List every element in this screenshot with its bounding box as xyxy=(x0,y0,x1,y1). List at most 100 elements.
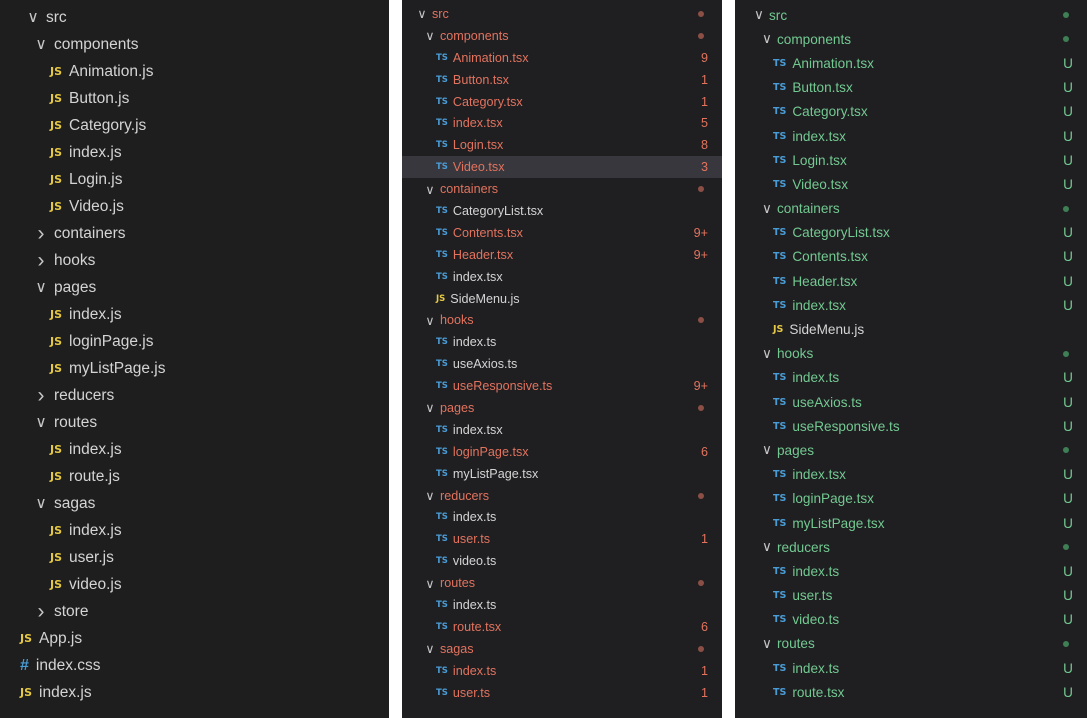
file-row[interactable]: JS App.js xyxy=(0,625,389,652)
folder-row[interactable]: ∨ hooks xyxy=(735,342,1087,366)
file-row[interactable]: TS index.tsx U xyxy=(735,124,1087,148)
file-row[interactable]: TS route.tsx 6 xyxy=(402,616,722,638)
file-row[interactable]: TS Video.tsx 3 xyxy=(402,156,722,179)
file-row[interactable]: JS Category.js xyxy=(0,112,389,139)
folder-row[interactable]: ∨ src xyxy=(0,4,389,31)
file-row[interactable]: JS myListPage.js xyxy=(0,355,389,382)
file-row[interactable]: JS route.js xyxy=(0,463,389,490)
file-row[interactable]: TS Animation.tsx U xyxy=(735,51,1087,75)
chevron-down-icon[interactable]: ∨ xyxy=(424,488,436,503)
file-row[interactable]: JS SideMenu.js xyxy=(735,317,1087,341)
folder-row[interactable]: ∨ containers xyxy=(735,197,1087,221)
file-row[interactable]: TS Contents.tsx 9+ xyxy=(402,222,722,244)
folder-row[interactable]: ∨ pages xyxy=(735,438,1087,462)
folder-row[interactable]: ∨ reducers xyxy=(735,535,1087,559)
file-row[interactable]: TS CategoryList.tsx xyxy=(402,200,722,222)
chevron-right-icon[interactable]: › xyxy=(34,600,48,624)
file-row[interactable]: JS Button.js xyxy=(0,85,389,112)
folder-row[interactable]: ∨ components xyxy=(735,27,1087,51)
file-row[interactable]: TS Login.tsx U xyxy=(735,148,1087,172)
folder-row[interactable]: ∨ routes xyxy=(0,409,389,436)
folder-row[interactable]: ∨ sagas xyxy=(0,490,389,517)
chevron-right-icon[interactable]: › xyxy=(34,249,48,273)
file-row[interactable]: JS Video.js xyxy=(0,193,389,220)
file-row[interactable]: TS index.ts U xyxy=(735,559,1087,583)
chevron-down-icon[interactable]: ∨ xyxy=(416,6,428,21)
file-row[interactable]: TS Animation.tsx 9 xyxy=(402,47,722,69)
file-row[interactable]: TS index.ts U xyxy=(735,656,1087,680)
chevron-down-icon[interactable]: ∨ xyxy=(424,641,436,656)
folder-row[interactable]: ∨ hooks xyxy=(402,309,722,331)
chevron-down-icon[interactable]: ∨ xyxy=(761,539,773,555)
file-row[interactable]: TS index.tsx U xyxy=(735,293,1087,317)
chevron-down-icon[interactable]: ∨ xyxy=(761,201,773,217)
file-row[interactable]: JS index.js xyxy=(0,679,389,706)
chevron-down-icon[interactable]: ∨ xyxy=(424,182,436,197)
file-row[interactable]: TS Video.tsx U xyxy=(735,172,1087,196)
chevron-down-icon[interactable]: ∨ xyxy=(34,494,48,513)
chevron-down-icon[interactable]: ∨ xyxy=(34,413,48,432)
file-row[interactable]: JS index.js xyxy=(0,436,389,463)
chevron-down-icon[interactable]: ∨ xyxy=(761,636,773,652)
chevron-down-icon[interactable]: ∨ xyxy=(761,442,773,458)
file-row[interactable]: TS useResponsive.ts 9+ xyxy=(402,375,722,397)
folder-row[interactable]: ∨ reducers xyxy=(402,485,722,507)
file-row[interactable]: TS index.ts xyxy=(402,506,722,528)
file-row[interactable]: TS myListPage.tsx U xyxy=(735,511,1087,535)
folder-row[interactable]: › containers xyxy=(0,220,389,247)
file-row[interactable]: TS video.ts U xyxy=(735,608,1087,632)
file-row[interactable]: TS index.tsx U xyxy=(735,463,1087,487)
folder-row[interactable]: ∨ containers xyxy=(402,178,722,200)
file-row[interactable]: TS useResponsive.ts U xyxy=(735,414,1087,438)
folder-row[interactable]: › reducers xyxy=(0,382,389,409)
chevron-down-icon[interactable]: ∨ xyxy=(34,278,48,297)
chevron-down-icon[interactable]: ∨ xyxy=(761,31,773,47)
folder-row[interactable]: ∨ pages xyxy=(402,397,722,419)
chevron-down-icon[interactable]: ∨ xyxy=(761,346,773,362)
file-row[interactable]: TS Category.tsx U xyxy=(735,100,1087,124)
file-row[interactable]: TS user.ts U xyxy=(735,584,1087,608)
chevron-down-icon[interactable]: ∨ xyxy=(424,576,436,591)
file-row[interactable]: TS loginPage.tsx U xyxy=(735,487,1087,511)
file-row[interactable]: TS index.ts xyxy=(402,331,722,353)
file-row[interactable]: TS loginPage.tsx 6 xyxy=(402,441,722,463)
folder-row[interactable]: ∨ src xyxy=(735,3,1087,27)
chevron-right-icon[interactable]: › xyxy=(34,384,48,408)
file-row[interactable]: TS Login.tsx 8 xyxy=(402,134,722,156)
file-row[interactable]: TS Header.tsx 9+ xyxy=(402,244,722,266)
chevron-down-icon[interactable]: ∨ xyxy=(424,28,436,43)
file-row[interactable]: TS Contents.tsx U xyxy=(735,245,1087,269)
file-row[interactable]: TS route.tsx U xyxy=(735,680,1087,704)
file-row[interactable]: JS index.js xyxy=(0,139,389,166)
file-row[interactable]: TS Category.tsx 1 xyxy=(402,91,722,113)
file-row[interactable]: TS index.tsx xyxy=(402,419,722,441)
file-row[interactable]: # index.css xyxy=(0,652,389,679)
file-row[interactable]: TS user.ts 1 xyxy=(402,682,722,704)
file-row[interactable]: JS Login.js xyxy=(0,166,389,193)
chevron-right-icon[interactable]: › xyxy=(34,222,48,246)
folder-row[interactable]: › hooks xyxy=(0,247,389,274)
file-row[interactable]: TS useAxios.ts U xyxy=(735,390,1087,414)
file-row[interactable]: TS index.ts U xyxy=(735,366,1087,390)
chevron-down-icon[interactable]: ∨ xyxy=(424,313,436,328)
file-row[interactable]: TS Header.tsx U xyxy=(735,269,1087,293)
file-row[interactable]: JS index.js xyxy=(0,301,389,328)
folder-row[interactable]: ∨ src xyxy=(402,3,722,25)
file-row[interactable]: TS index.ts xyxy=(402,594,722,616)
file-row[interactable]: TS useAxios.ts xyxy=(402,353,722,375)
file-row[interactable]: TS CategoryList.tsx U xyxy=(735,221,1087,245)
folder-row[interactable]: ∨ sagas xyxy=(402,638,722,660)
file-row[interactable]: JS user.js xyxy=(0,544,389,571)
file-row[interactable]: JS Animation.js xyxy=(0,58,389,85)
chevron-down-icon[interactable]: ∨ xyxy=(753,7,765,23)
file-row[interactable]: JS SideMenu.js xyxy=(402,288,722,310)
file-row[interactable]: TS index.tsx xyxy=(402,266,722,288)
file-row[interactable]: TS myListPage.tsx xyxy=(402,463,722,485)
file-row[interactable]: TS Button.tsx 1 xyxy=(402,69,722,91)
file-row[interactable]: TS index.ts 1 xyxy=(402,660,722,682)
chevron-down-icon[interactable]: ∨ xyxy=(34,35,48,54)
folder-row[interactable]: ∨ routes xyxy=(402,572,722,594)
file-row[interactable]: JS video.js xyxy=(0,571,389,598)
folder-row[interactable]: ∨ routes xyxy=(735,632,1087,656)
folder-row[interactable]: ∨ components xyxy=(0,31,389,58)
